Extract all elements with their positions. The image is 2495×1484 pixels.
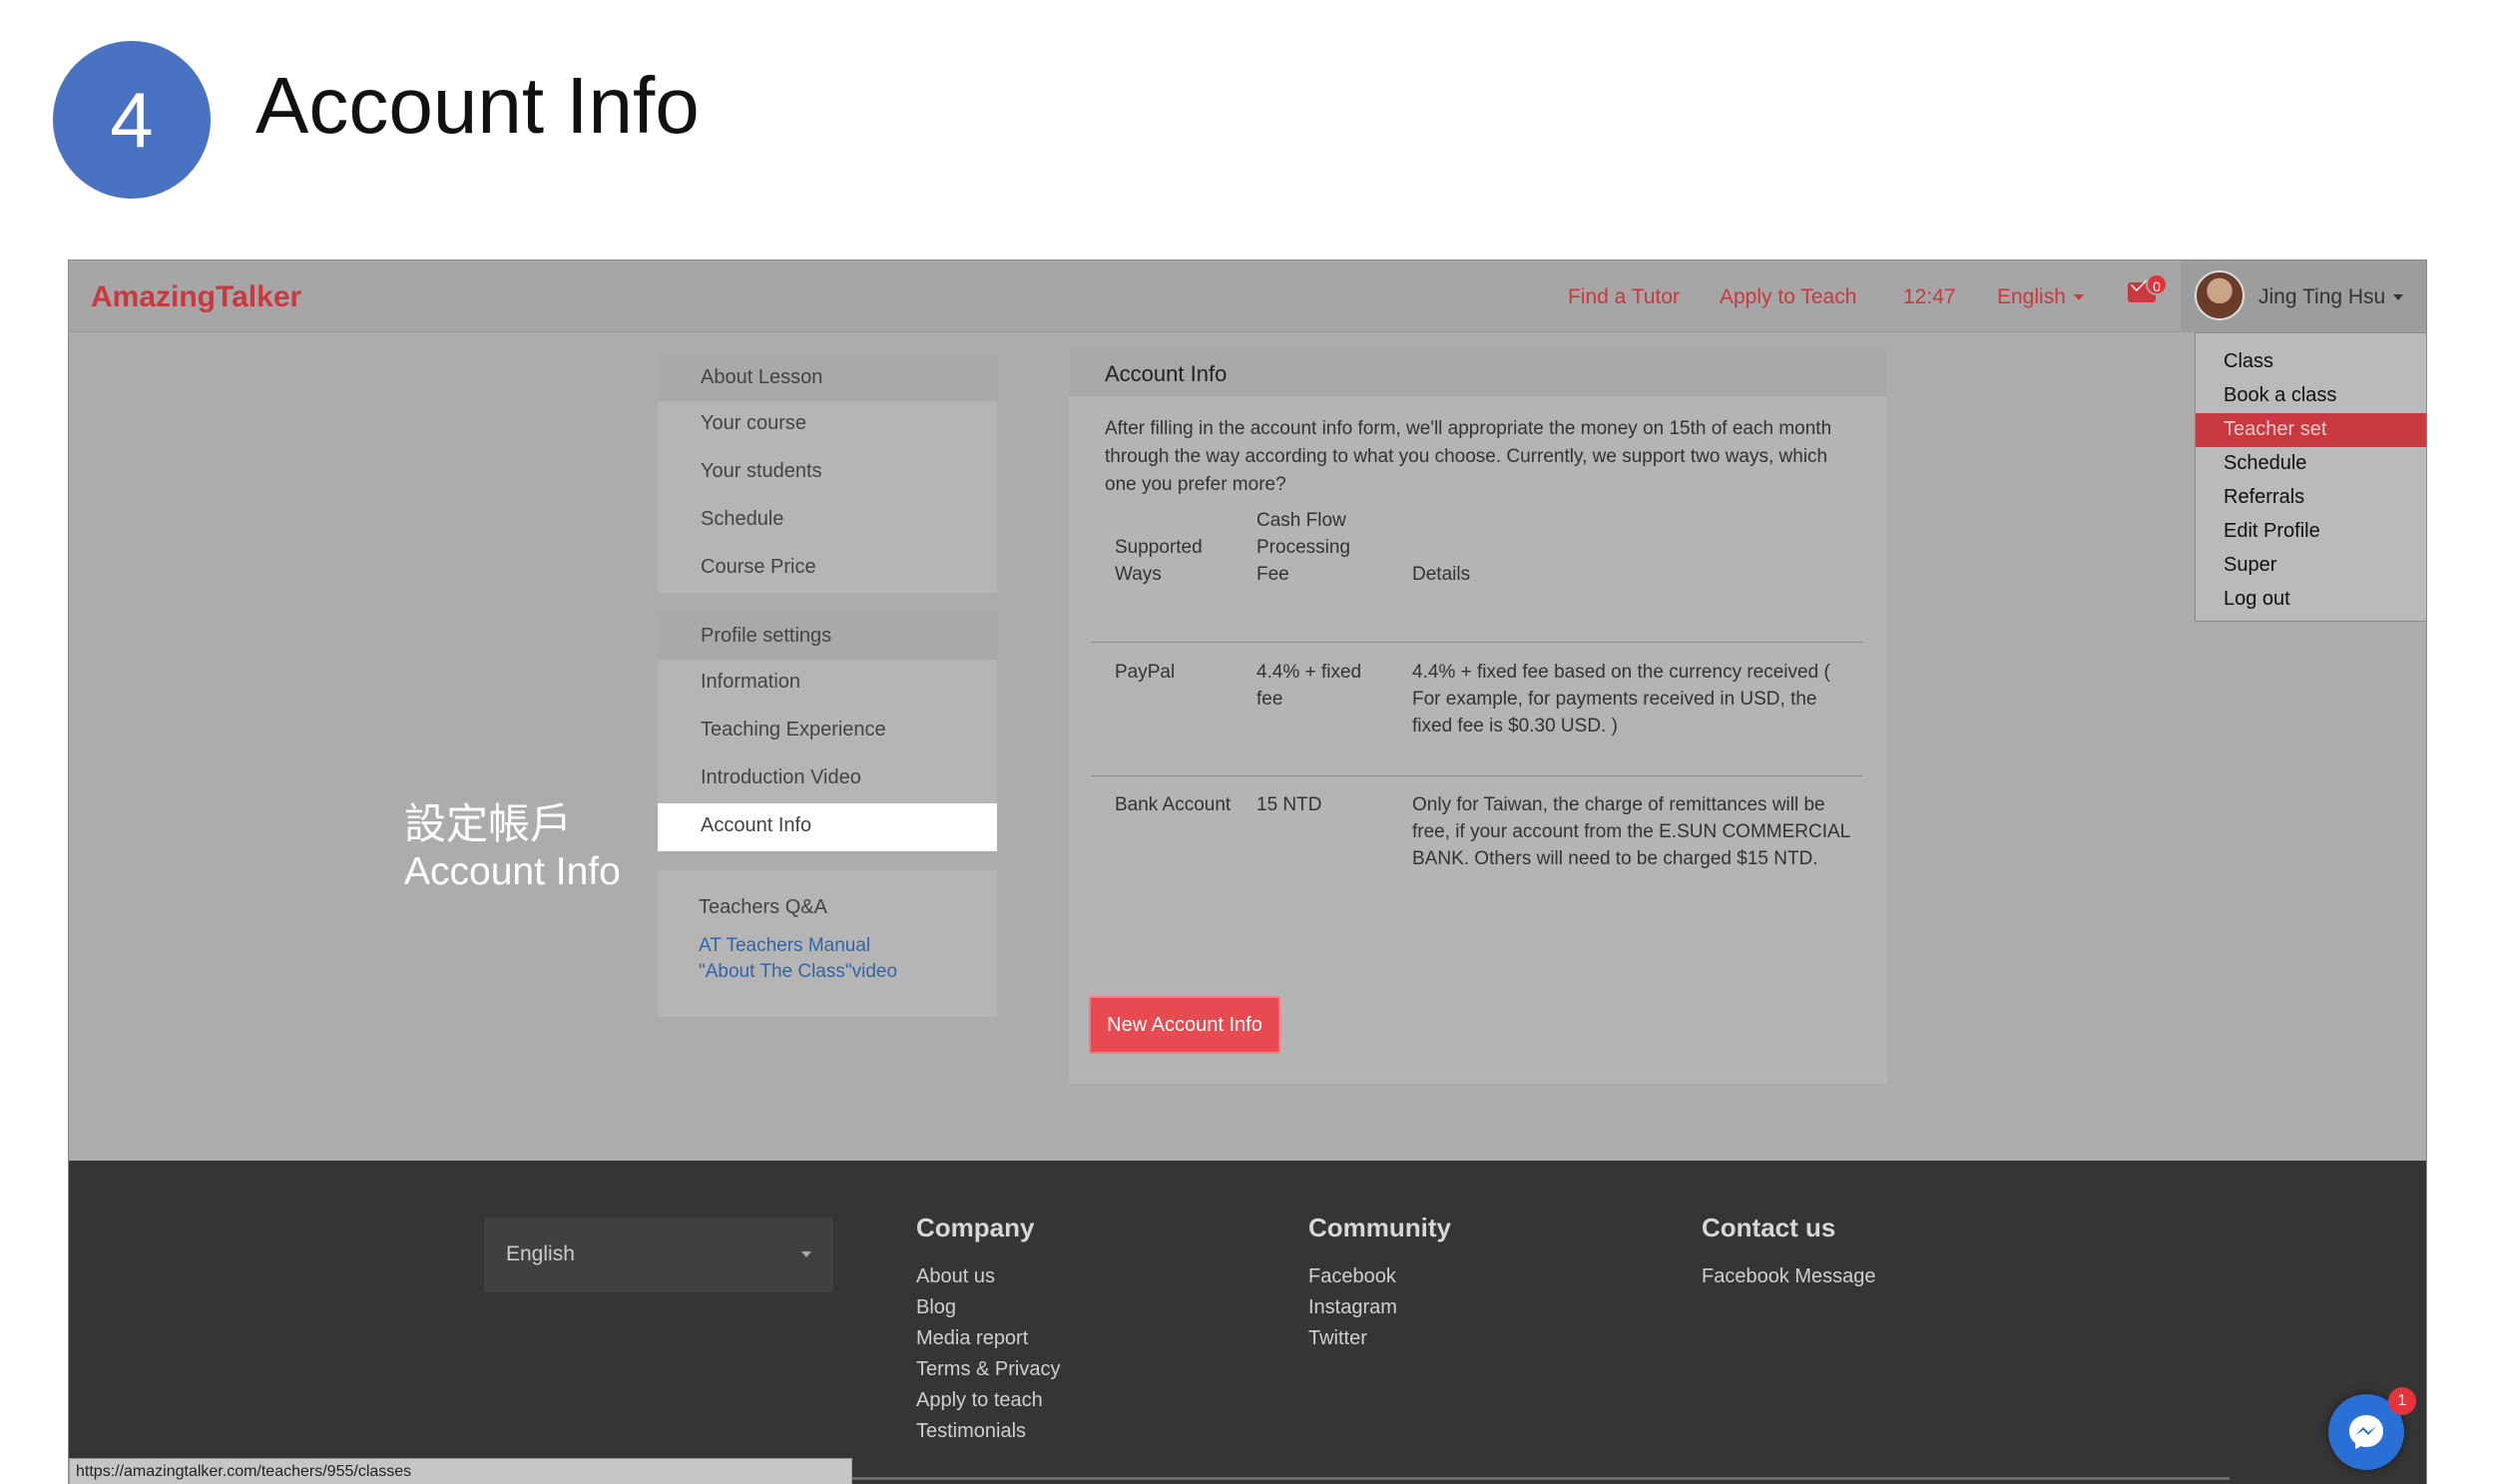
dropdown-item-referrals[interactable]: Referrals: [2196, 481, 2426, 515]
new-account-info-button[interactable]: New Account Info: [1089, 996, 1280, 1054]
horizontal-scrollbar[interactable]: [852, 1477, 2230, 1480]
chevron-down-icon: [2393, 294, 2404, 301]
dropdown-item-super[interactable]: Super: [2196, 549, 2426, 583]
footer-language-value: English: [506, 1242, 575, 1265]
chevron-down-icon: [2073, 294, 2084, 301]
row-fee: 15 NTD: [1256, 794, 1322, 815]
find-tutor-link[interactable]: Find a Tutor: [1568, 285, 1680, 309]
menu-item-your-course[interactable]: Your course: [658, 401, 997, 449]
annotation-english: Account Info: [404, 850, 621, 893]
column-header-fee: Cash Flow Processing Fee: [1256, 510, 1350, 585]
apply-teach-link[interactable]: Apply to Teach: [1720, 285, 1856, 309]
footer-link-facebook-message[interactable]: Facebook Message: [1702, 1261, 1876, 1292]
footer-link-testimonials[interactable]: Testimonials: [916, 1416, 1060, 1447]
footer-community-heading: Community: [1308, 1213, 1451, 1242]
footer-link-terms-privacy[interactable]: Terms & Privacy: [916, 1354, 1060, 1385]
user-name: Jing Ting Hsu: [2258, 285, 2386, 308]
footer-link-about-us[interactable]: About us: [916, 1261, 1060, 1292]
qa-title: Teachers Q&A: [699, 896, 827, 918]
row-fee: 4.4% + fixed fee: [1256, 662, 1362, 710]
step-number-badge: 4: [53, 41, 211, 199]
dropdown-item-teacher-set[interactable]: Teacher set: [2196, 413, 2426, 447]
brand-logo[interactable]: AmazingTalker: [91, 280, 301, 314]
menu-item-introduction-video[interactable]: Introduction Video: [658, 755, 997, 803]
column-header-details: Details: [1412, 564, 1471, 585]
footer-community-column: Community Facebook Instagram Twitter: [1308, 1213, 1451, 1354]
menu-item-account-info[interactable]: Account Info: [658, 803, 997, 851]
footer-link-instagram[interactable]: Instagram: [1308, 1292, 1451, 1323]
footer-contact-heading: Contact us: [1702, 1213, 1836, 1242]
dropdown-item-book-a-class[interactable]: Book a class: [2196, 379, 2426, 413]
slide-title: Account Info: [255, 61, 700, 150]
lesson-menu: About Lesson Your course Your students S…: [658, 353, 997, 593]
language-label: English: [1997, 285, 2066, 308]
row-way: Bank Account: [1115, 794, 1232, 815]
top-navbar: AmazingTalker Find a Tutor Apply to Teac…: [69, 260, 2426, 332]
panel-title: Account Info: [1069, 349, 1887, 396]
column-header-ways: Supported Ways: [1115, 537, 1203, 585]
row-details: 4.4% + fixed fee based on the currency r…: [1412, 662, 1830, 737]
menu-item-your-students[interactable]: Your students: [658, 449, 997, 497]
menu-item-schedule[interactable]: Schedule: [658, 497, 997, 545]
footer-link-blog[interactable]: Blog: [916, 1292, 1060, 1323]
teachers-manual-link[interactable]: AT Teachers Manual: [699, 933, 997, 959]
footer-company-heading: Company: [916, 1213, 1035, 1242]
footer-link-facebook[interactable]: Facebook: [1308, 1261, 1451, 1292]
screenshot-frame: AmazingTalker Find a Tutor Apply to Teac…: [68, 259, 2427, 1484]
dropdown-item-schedule[interactable]: Schedule: [2196, 447, 2426, 481]
footer: English Company About us Blog Media repo…: [69, 1161, 2426, 1484]
table-header-row: Supported Ways Cash Flow Processing Fee …: [1091, 509, 1863, 619]
divider: [1091, 642, 1863, 643]
status-bar-url: https://amazingtalker.com/teachers/955/c…: [69, 1458, 852, 1484]
dropdown-item-edit-profile[interactable]: Edit Profile: [2196, 515, 2426, 549]
footer-contact-column: Contact us Facebook Message: [1702, 1213, 1876, 1292]
about-class-video-link[interactable]: "About The Class"video: [699, 959, 997, 985]
menu-item-teaching-experience[interactable]: Teaching Experience: [658, 708, 997, 755]
menu-heading-profile-settings: Profile settings: [658, 612, 997, 660]
divider: [1091, 775, 1863, 776]
row-way: PayPal: [1115, 662, 1176, 683]
user-dropdown-menu: Class Book a class Teacher set Schedule …: [2195, 332, 2426, 622]
panel-intro-text: After filling in the account info form, …: [1105, 418, 1832, 495]
footer-link-media-report[interactable]: Media report: [916, 1323, 1060, 1354]
teachers-qa-box: Teachers Q&A AT Teachers Manual "About T…: [658, 870, 997, 1017]
footer-language-select[interactable]: English: [484, 1218, 833, 1292]
clock-time: 12:47: [1903, 285, 1956, 308]
chevron-down-icon: [801, 1251, 811, 1257]
user-name-toggle[interactable]: Jing Ting Hsu: [2258, 285, 2404, 309]
table-row: Bank Account 15 NTD Only for Taiwan, the…: [1091, 791, 1863, 911]
dropdown-item-class[interactable]: Class: [2196, 345, 2426, 379]
menu-heading-about-lesson: About Lesson: [658, 353, 997, 401]
avatar[interactable]: [2195, 270, 2245, 320]
dropdown-item-log-out[interactable]: Log out: [2196, 583, 2426, 617]
mail-count-badge: 0: [2146, 273, 2168, 295]
account-info-panel: Account Info After filling in the accoun…: [1069, 349, 1887, 1084]
annotation-label: 設定帳戶 Account Info: [404, 799, 621, 895]
messenger-badge: 1: [2388, 1387, 2416, 1415]
language-menu[interactable]: English: [1997, 285, 2084, 309]
table-row: PayPal 4.4% + fixed fee 4.4% + fixed fee…: [1091, 659, 1863, 768]
footer-link-twitter[interactable]: Twitter: [1308, 1323, 1451, 1354]
messenger-icon: [2349, 1415, 2383, 1449]
footer-link-apply-to-teach[interactable]: Apply to teach: [916, 1385, 1060, 1416]
row-details: Only for Taiwan, the charge of remittanc…: [1412, 794, 1850, 869]
profile-menu: Profile settings Information Teaching Ex…: [658, 612, 997, 851]
footer-company-column: Company About us Blog Media report Terms…: [916, 1213, 1060, 1447]
menu-item-course-price[interactable]: Course Price: [658, 545, 997, 593]
annotation-chinese: 設定帳戶: [404, 800, 573, 847]
menu-item-information[interactable]: Information: [658, 660, 997, 708]
